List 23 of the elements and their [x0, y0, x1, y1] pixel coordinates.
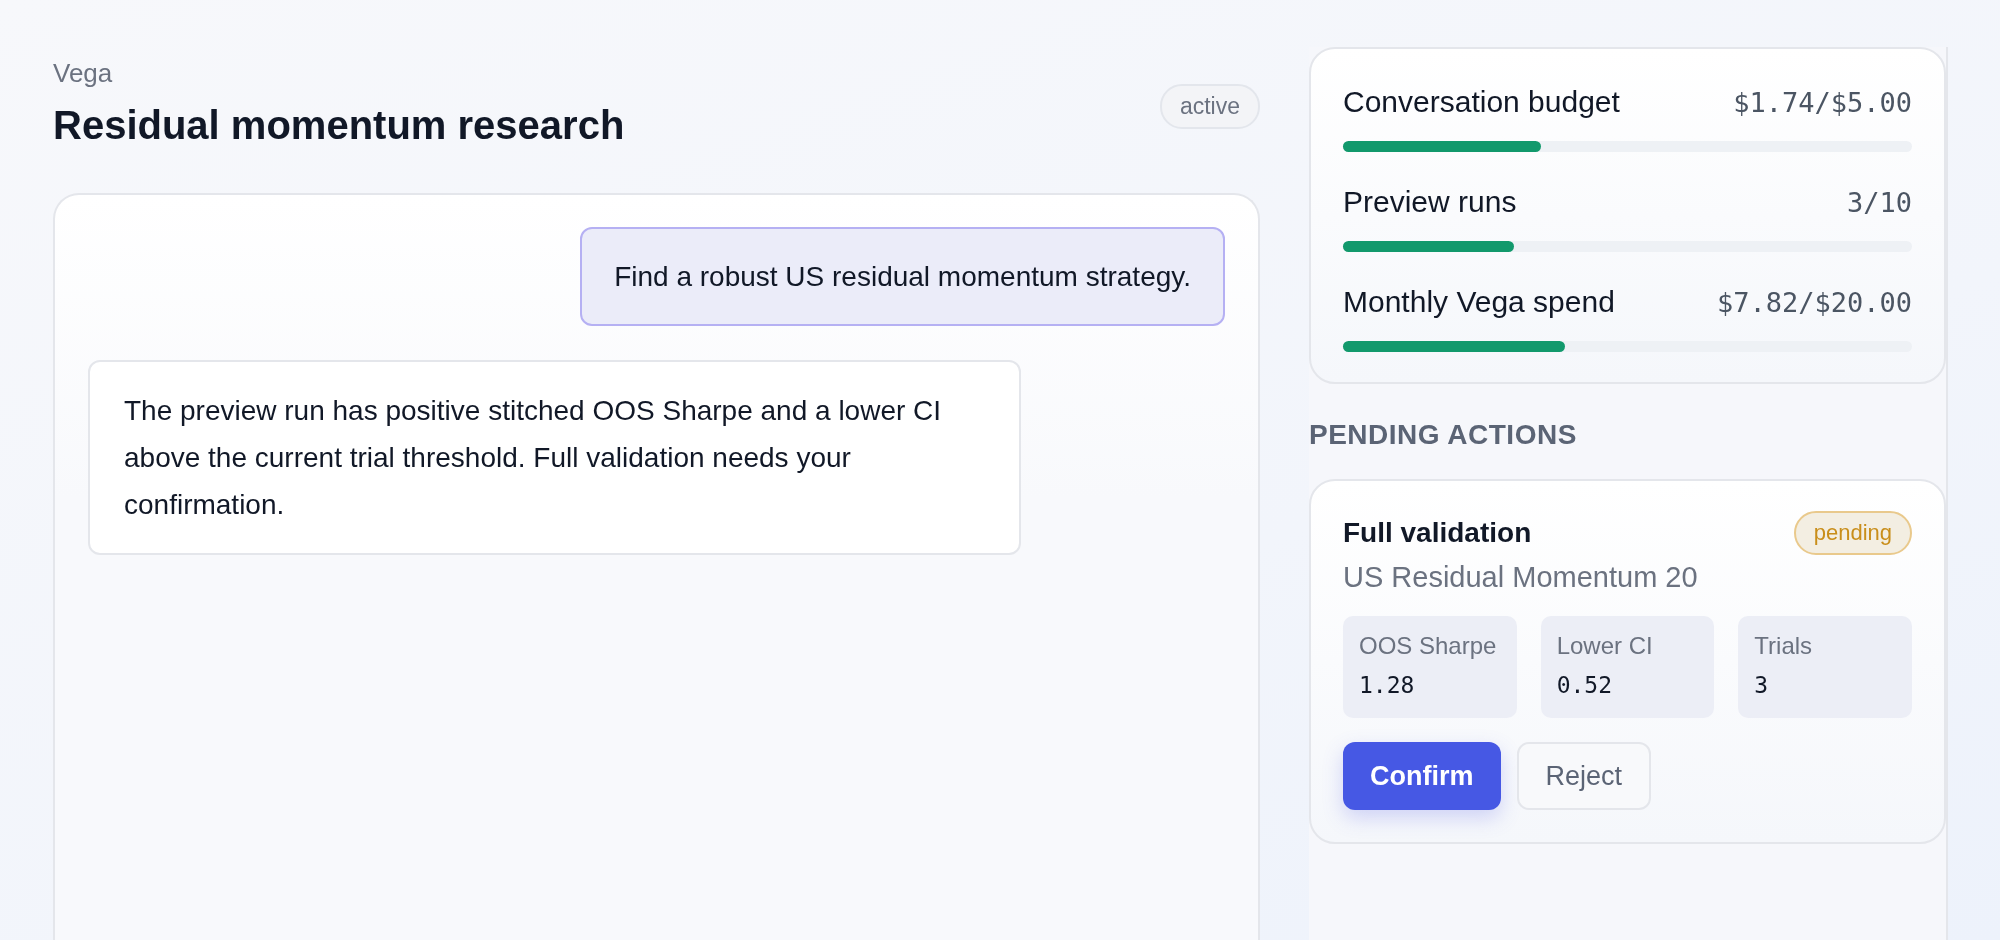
- metric-value: 0.52: [1556, 672, 1614, 698]
- budget-reading: 3/10: [1846, 186, 1912, 218]
- metric-value: 1.28: [1359, 672, 1416, 698]
- budget-reading: $1.74/$5.00: [1733, 86, 1912, 118]
- action-title: Full validation: [1343, 517, 1532, 549]
- metric-value: 3: [1754, 672, 1770, 698]
- metric-label: OOS Sharpe: [1359, 632, 1498, 660]
- user-message: Find a robust US residual momentum strategy.: [580, 227, 1225, 326]
- budget-reading: $7.82/$20.00: [1716, 286, 1912, 318]
- confirm-button[interactable]: Confirm: [1343, 742, 1501, 810]
- assistant-message: The preview run has positive stitched OOS Sharpe and a lower CI above the current trial threshold. Full validation needs your confirmation.: [88, 360, 1021, 555]
- budget-label: Monthly Vega spend: [1343, 285, 1615, 319]
- app-name: Vega: [53, 58, 114, 89]
- metric-label: Lower CI: [1556, 632, 1654, 660]
- action-subtitle: US Residual Momentum 20: [1343, 561, 1699, 594]
- metric-label: Trials: [1754, 632, 1814, 660]
- page-title: Residual momentum research: [53, 103, 625, 148]
- budget-label: Conversation budget: [1343, 85, 1620, 119]
- status-badge: pending: [1793, 511, 1912, 555]
- section-heading: PENDING ACTIONS: [1309, 419, 1578, 451]
- budget-label: Preview runs: [1343, 185, 1517, 219]
- reject-button[interactable]: Reject: [1516, 742, 1652, 810]
- status-badge: active: [1159, 84, 1260, 129]
